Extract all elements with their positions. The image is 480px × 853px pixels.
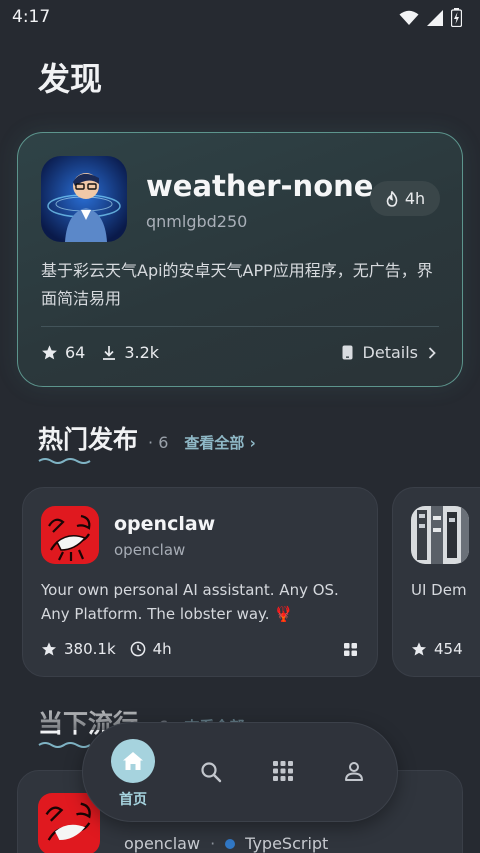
- time-stat: 4h: [130, 640, 172, 658]
- signal-icon: [427, 9, 443, 26]
- home-icon-bubble: [111, 739, 155, 783]
- repo-avatar: [38, 793, 100, 853]
- status-bar: 4:17: [0, 0, 480, 34]
- clock-icon: [130, 641, 145, 657]
- apps-grid-icon[interactable]: [344, 643, 357, 656]
- download-icon: [103, 345, 116, 360]
- hot-view-all-link[interactable]: 查看全部 ›: [184, 432, 255, 453]
- section-underline: [38, 458, 91, 464]
- featured-repo-card[interactable]: weather-none qnmlgbd250 4h 基于彩云天气Api的安卓天…: [17, 132, 463, 387]
- featured-repo-avatar: [41, 156, 127, 242]
- nav-home[interactable]: 首页: [109, 739, 157, 809]
- repo-stats: 380.1k 4h: [41, 640, 172, 658]
- featured-repo-description: 基于彩云天气Api的安卓天气APP应用程序，无广告，界面简洁易用: [41, 261, 433, 308]
- apps-grid-icon[interactable]: [273, 761, 293, 781]
- repo-owner: openclaw: [124, 834, 201, 853]
- stars-count: 380.1k: [64, 640, 116, 658]
- star-icon: [412, 642, 426, 656]
- repo-avatar: [41, 506, 99, 564]
- status-icons: [399, 8, 462, 27]
- repo-name[interactable]: openclaw: [114, 513, 215, 535]
- home-icon: [123, 752, 143, 770]
- repo-description: UI Dem: [411, 581, 467, 599]
- divider: [41, 326, 439, 327]
- language-dot: [225, 838, 236, 849]
- star-icon: [42, 345, 57, 360]
- repo-card[interactable]: openclaw openclaw Your own personal AI a…: [22, 487, 378, 677]
- repo-description: Your own personal AI assistant. Any OS. …: [41, 581, 339, 623]
- featured-repo-owner: qnmlgbd250: [146, 212, 248, 231]
- stars-count: 64: [65, 343, 86, 362]
- time-ago: 4h: [152, 640, 172, 658]
- status-time: 4:17: [12, 7, 51, 27]
- star-icon: [42, 642, 56, 656]
- hot-badge-time: 4h: [404, 189, 426, 208]
- featured-repo-name[interactable]: weather-none: [146, 169, 373, 203]
- battery-icon: [451, 8, 462, 27]
- bottom-nav: 首页: [82, 722, 398, 822]
- hot-section-title: 热门发布: [38, 425, 139, 454]
- page-title: 发现: [38, 60, 103, 98]
- downloads-stat: 3.2k: [101, 343, 159, 362]
- phone-icon: [342, 345, 353, 360]
- search-icon[interactable]: [200, 761, 222, 783]
- profile-icon[interactable]: [344, 761, 364, 781]
- stars-stat: 380.1k: [41, 640, 116, 658]
- repo-language: TypeScript: [245, 834, 329, 853]
- downloads-count: 3.2k: [124, 343, 160, 362]
- details-label: Details: [362, 343, 418, 362]
- repo-avatar: [411, 506, 469, 564]
- flame-icon: [386, 190, 398, 207]
- hot-badge: 4h: [370, 181, 440, 216]
- repo-card[interactable]: UI Dem 454: [392, 487, 480, 677]
- stars-count: 454: [434, 640, 463, 658]
- details-button[interactable]: Details: [342, 343, 436, 362]
- trending-repo-meta: openclaw · TypeScript: [124, 834, 328, 853]
- wifi-icon: [399, 10, 419, 25]
- chevron-right-icon: [428, 346, 436, 359]
- featured-stats: 64 3.2k: [41, 343, 159, 362]
- repo-owner: openclaw: [114, 541, 186, 559]
- stars-stat: 64: [41, 343, 85, 362]
- hot-section-count: · 6: [148, 433, 169, 452]
- stars-stat: 454: [411, 640, 463, 658]
- repo-stats: 454: [411, 640, 463, 658]
- section-underline: [38, 742, 91, 748]
- separator: ·: [210, 834, 216, 853]
- nav-home-label: 首页: [119, 792, 147, 808]
- hot-section-header: 热门发布 · 6 查看全部 ›: [38, 420, 256, 456]
